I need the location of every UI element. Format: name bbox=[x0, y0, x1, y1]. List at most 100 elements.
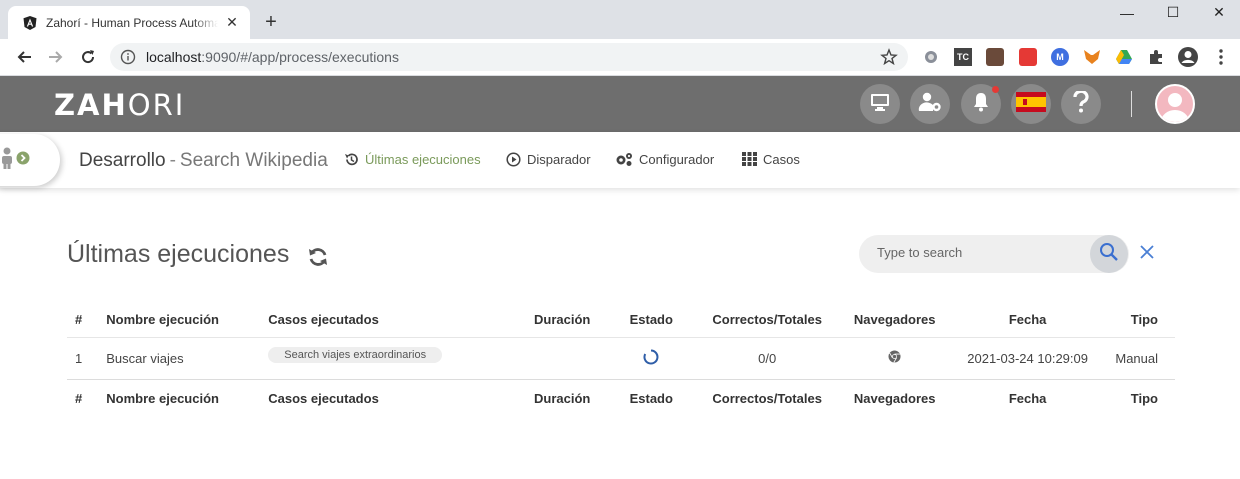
gears-icon bbox=[615, 151, 633, 167]
logo-bold: ZAH bbox=[54, 88, 128, 122]
new-tab-button[interactable]: + bbox=[260, 11, 282, 33]
environment-name: Desarrollo bbox=[79, 150, 166, 171]
reload-icon[interactable] bbox=[76, 45, 100, 69]
monitor-button[interactable] bbox=[860, 84, 900, 124]
close-icon bbox=[1139, 244, 1155, 265]
monitor-icon bbox=[870, 93, 890, 116]
table-row[interactable]: 1 Buscar viajes Search viajes extraordin… bbox=[67, 337, 1175, 379]
minimize-button[interactable]: — bbox=[1104, 0, 1150, 25]
cell-number: 1 bbox=[75, 350, 83, 366]
tab-trigger[interactable]: Disparador bbox=[505, 151, 591, 167]
col-status[interactable]: Estado bbox=[598, 302, 704, 337]
url-text: localhost:9090/#/app/process/executions bbox=[146, 49, 399, 65]
tab-configurator-label: Configurador bbox=[639, 151, 715, 167]
cell-execution-name: Buscar viajes bbox=[106, 350, 184, 366]
history-icon bbox=[343, 151, 359, 167]
tab-last-executions[interactable]: Últimas ejecuciones bbox=[343, 151, 481, 167]
tab-last-executions-label: Últimas ejecuciones bbox=[365, 151, 481, 167]
browser-toolbar: localhost:9090/#/app/process/executions … bbox=[0, 39, 1240, 76]
user-settings-button[interactable] bbox=[910, 84, 950, 124]
breadcrumb-separator: - bbox=[169, 150, 176, 171]
page-title: Últimas ejecuciones bbox=[67, 240, 290, 268]
question-icon bbox=[1073, 89, 1089, 118]
browser-tabstrip: Zahorí - Human Process Automation ✕ + — … bbox=[0, 0, 1240, 39]
col-date[interactable]: Fecha bbox=[959, 302, 1096, 337]
tab-title: Zahorí - Human Process Automation bbox=[46, 15, 218, 30]
footer-duration: Duración bbox=[534, 390, 591, 406]
col-duration[interactable]: Duración bbox=[459, 302, 598, 337]
extensions-puzzle-icon[interactable] bbox=[1147, 48, 1165, 66]
bell-icon bbox=[972, 92, 990, 117]
person-icon bbox=[0, 147, 14, 174]
address-bar[interactable]: localhost:9090/#/app/process/executions bbox=[110, 43, 908, 71]
language-button[interactable] bbox=[1011, 84, 1051, 124]
table-header-row: # Nombre ejecución Casos ejecutados Dura… bbox=[67, 302, 1175, 337]
grid-icon bbox=[741, 151, 757, 167]
ext-circle-icon[interactable] bbox=[922, 48, 940, 66]
spain-flag-icon bbox=[1016, 91, 1046, 117]
ext-fox-icon[interactable] bbox=[1083, 48, 1101, 66]
header-divider bbox=[1131, 91, 1132, 117]
maximize-button[interactable]: ☐ bbox=[1150, 0, 1196, 25]
footer-correct-total: Correctos/Totales bbox=[712, 390, 822, 406]
col-number[interactable]: # bbox=[67, 302, 98, 337]
help-button[interactable] bbox=[1061, 84, 1101, 124]
play-circle-icon bbox=[505, 151, 521, 167]
chevron-right-icon bbox=[16, 151, 30, 170]
search-box bbox=[859, 235, 1129, 273]
bookmark-star-icon[interactable] bbox=[880, 48, 898, 66]
angular-icon bbox=[22, 15, 38, 31]
ext-m-icon[interactable]: M bbox=[1051, 48, 1069, 66]
tab-close-icon[interactable]: ✕ bbox=[224, 14, 240, 31]
info-icon[interactable] bbox=[120, 49, 136, 65]
ext-tc-icon[interactable]: TC bbox=[954, 48, 972, 66]
app-header: ZAHORI bbox=[0, 76, 1240, 132]
footer-execution-name: Nombre ejecución bbox=[106, 390, 219, 406]
ext-tc-label: TC bbox=[957, 52, 969, 62]
user-gear-icon bbox=[918, 92, 942, 117]
ext-drive-icon[interactable] bbox=[1115, 48, 1133, 66]
ext-m-label: M bbox=[1056, 52, 1064, 62]
process-name: Search Wikipedia bbox=[179, 150, 328, 171]
browser-tab[interactable]: Zahorí - Human Process Automation ✕ bbox=[8, 6, 250, 39]
user-avatar[interactable] bbox=[1155, 84, 1195, 124]
footer-executed-cases: Casos ejecutados bbox=[268, 390, 379, 406]
cell-browsers bbox=[830, 337, 959, 379]
cell-correct-total: 0/0 bbox=[758, 350, 777, 366]
tab-trigger-label: Disparador bbox=[527, 151, 591, 167]
col-execution-name[interactable]: Nombre ejecución bbox=[98, 302, 260, 337]
close-window-button[interactable]: ✕ bbox=[1196, 0, 1240, 25]
footer-type: Tipo bbox=[1130, 390, 1158, 406]
sidebar-toggle[interactable] bbox=[0, 134, 60, 186]
notifications-button[interactable] bbox=[961, 84, 1001, 124]
ext-screen-icon[interactable] bbox=[986, 48, 1004, 66]
breadcrumb: Desarrollo - Search Wikipedia bbox=[79, 150, 328, 172]
tab-configurator[interactable]: Configurador bbox=[615, 151, 714, 167]
col-browsers[interactable]: Navegadores bbox=[830, 302, 959, 337]
footer-number: # bbox=[75, 390, 83, 406]
tab-cases[interactable]: Casos bbox=[741, 151, 800, 167]
zahori-logo[interactable]: ZAHORI bbox=[54, 88, 185, 122]
logo-thin: ORI bbox=[127, 88, 186, 122]
clear-search-button[interactable] bbox=[1137, 244, 1157, 264]
case-chip[interactable]: Search viajes extraordinarios bbox=[268, 346, 443, 363]
cell-type: Manual bbox=[1115, 350, 1158, 366]
cell-date: 2021-03-24 10:29:09 bbox=[967, 350, 1088, 366]
refresh-icon[interactable] bbox=[307, 246, 329, 268]
col-correct-total[interactable]: Correctos/Totales bbox=[704, 302, 830, 337]
col-executed-cases[interactable]: Casos ejecutados bbox=[260, 302, 459, 337]
cell-executed-cases: Search viajes extraordinarios bbox=[260, 337, 459, 379]
browser-menu-icon[interactable] bbox=[1212, 48, 1230, 66]
executions-table: # Nombre ejecución Casos ejecutados Dura… bbox=[67, 302, 1175, 417]
back-arrow-icon[interactable] bbox=[12, 45, 36, 69]
cell-status bbox=[598, 337, 704, 379]
search-button[interactable] bbox=[1090, 235, 1128, 273]
loading-spinner-icon bbox=[643, 349, 659, 365]
search-input[interactable] bbox=[877, 245, 1077, 260]
ext-red-icon[interactable] bbox=[1019, 48, 1037, 66]
chrome-icon bbox=[888, 350, 901, 366]
col-type[interactable]: Tipo bbox=[1096, 302, 1175, 337]
profile-icon[interactable] bbox=[1177, 46, 1199, 68]
url-path: :9090/#/app/process/executions bbox=[201, 49, 399, 65]
forward-arrow-icon[interactable] bbox=[44, 45, 68, 69]
